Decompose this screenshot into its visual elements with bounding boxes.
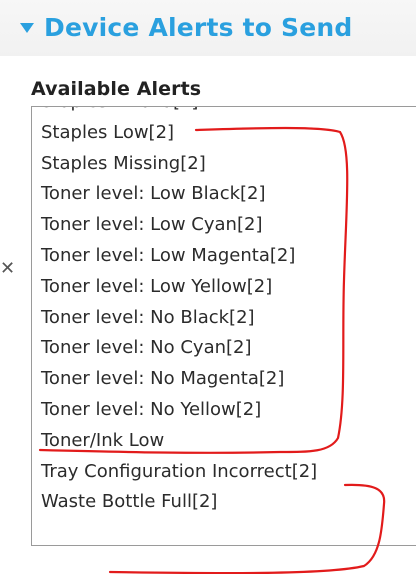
list-item[interactable]: Toner level: No Cyan[2] (32, 333, 416, 364)
available-alerts-listbox[interactable]: Staples Invalid[2] Staples Low[2] Staple… (31, 106, 416, 546)
available-alerts-options: Staples Invalid[2] Staples Low[2] Staple… (32, 107, 416, 518)
list-item[interactable]: Toner level: Low Cyan[2] (32, 210, 416, 241)
list-item[interactable]: Tray Configuration Incorrect[2] (32, 457, 416, 488)
list-item[interactable]: Toner level: Low Black[2] (32, 179, 416, 210)
list-item[interactable]: Toner level: No Yellow[2] (32, 395, 416, 426)
device-alerts-panel: Device Alerts to Send Available Alerts ✕… (0, 0, 416, 574)
list-item[interactable]: Staples Low[2] (32, 118, 416, 149)
list-item[interactable]: Staples Invalid[2] (32, 107, 416, 118)
device-alerts-section-toggle[interactable]: Device Alerts to Send (14, 12, 352, 44)
list-item[interactable]: Toner level: No Black[2] (32, 303, 416, 334)
list-item[interactable]: Toner level: No Magenta[2] (32, 364, 416, 395)
list-item[interactable]: Waste Bottle Full[2] (32, 487, 416, 518)
list-item[interactable]: Toner/Ink Low (32, 426, 416, 457)
triangle-down-icon (20, 23, 34, 33)
list-item[interactable]: Staples Missing[2] (32, 149, 416, 180)
available-alerts-label: Available Alerts (31, 78, 202, 100)
list-item[interactable]: Toner level: Low Yellow[2] (32, 272, 416, 303)
list-item[interactable]: Toner level: Low Magenta[2] (32, 241, 416, 272)
section-title: Device Alerts to Send (44, 13, 353, 42)
close-x-icon[interactable]: ✕ (0, 260, 15, 278)
